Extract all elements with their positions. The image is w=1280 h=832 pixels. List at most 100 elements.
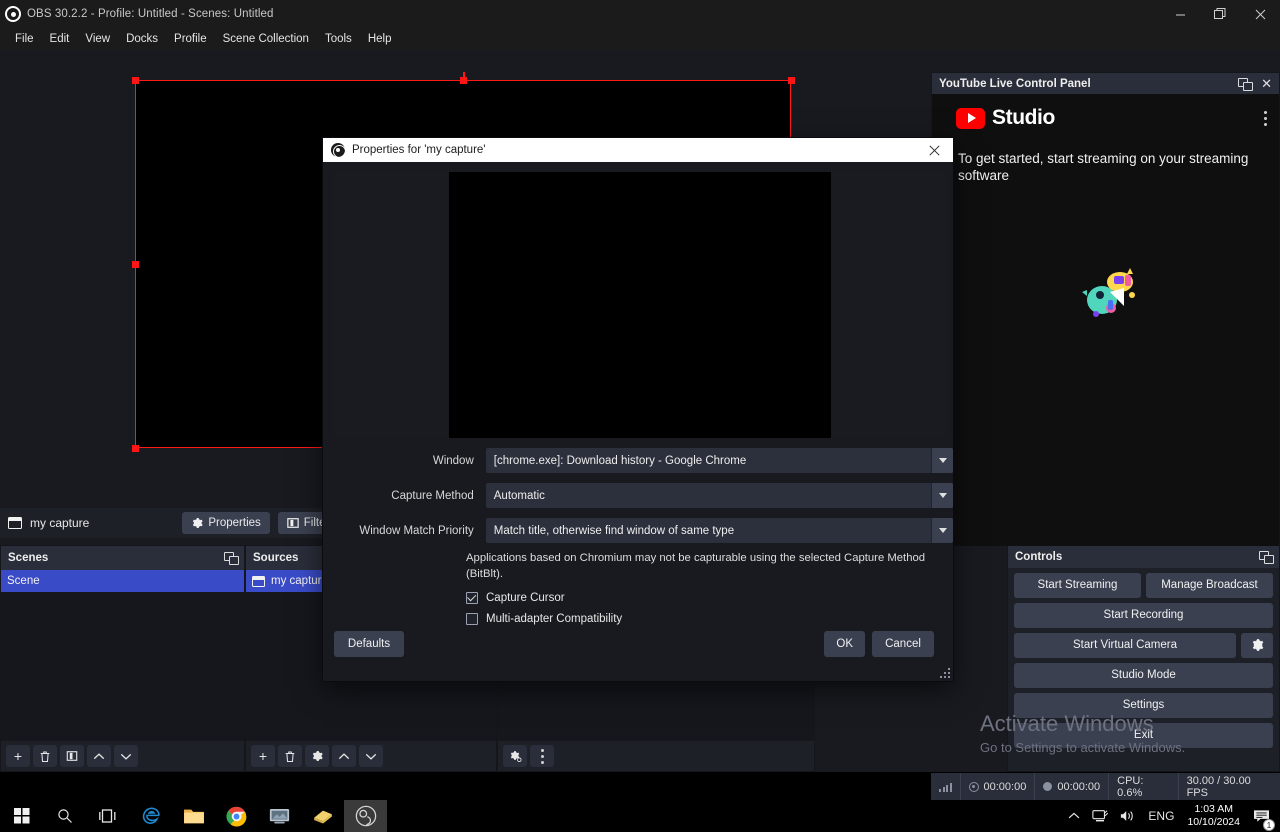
multi-adapter-checkbox-row[interactable]: Multi-adapter Compatibility <box>323 613 953 625</box>
chevron-down-icon <box>120 752 132 761</box>
remove-scene-button[interactable] <box>33 745 57 767</box>
menu-scene-collection[interactable]: Scene Collection <box>215 31 317 47</box>
window-match-priority-select[interactable]: Match title, otherwise find window of sa… <box>486 518 953 543</box>
popout-icon[interactable] <box>1259 551 1272 563</box>
menu-profile[interactable]: Profile <box>166 31 215 47</box>
media-player-icon <box>269 807 290 825</box>
virtual-camera-config-button[interactable] <box>1241 633 1273 658</box>
capture-cursor-checkbox[interactable] <box>466 592 478 604</box>
source-name-text: my capture <box>30 516 89 530</box>
close-icon <box>929 145 940 156</box>
cancel-button[interactable]: Cancel <box>872 631 934 657</box>
move-source-down-button[interactable] <box>359 745 383 767</box>
list-item[interactable]: Scene <box>1 570 244 592</box>
resize-handle-bottom-left[interactable] <box>132 445 139 452</box>
window-match-priority-field-row: Window Match Priority Match title, other… <box>323 518 953 543</box>
add-source-button[interactable]: + <box>251 745 275 767</box>
dialog-resize-grip[interactable] <box>939 667 950 678</box>
close-button[interactable] <box>1240 0 1280 28</box>
properties-button-label: Properties <box>208 517 260 529</box>
properties-button[interactable]: Properties <box>182 512 269 534</box>
kebab-icon[interactable] <box>1264 111 1267 126</box>
file-explorer-button[interactable] <box>172 800 215 832</box>
popout-icon[interactable] <box>224 552 237 564</box>
audio-advanced-menu-button[interactable] <box>530 745 554 767</box>
defaults-button[interactable]: Defaults <box>334 631 404 657</box>
dialog-close-button[interactable] <box>921 139 947 161</box>
resize-handle-left-center[interactable] <box>132 261 139 268</box>
search-icon <box>57 808 73 824</box>
scene-name: Scene <box>7 575 40 587</box>
search-button[interactable] <box>43 800 86 832</box>
window-match-priority-field-label: Window Match Priority <box>334 525 486 537</box>
move-scene-down-button[interactable] <box>114 745 138 767</box>
scenes-dock-title: Scenes <box>1 546 244 570</box>
chevron-down-icon[interactable] <box>931 518 953 543</box>
obs-icon <box>331 143 345 157</box>
clock-time: 1:03 AM <box>1194 803 1233 816</box>
obs-studio-button[interactable] <box>344 800 387 832</box>
tray-expand-button[interactable] <box>1062 800 1086 832</box>
exit-button[interactable]: Exit <box>1014 723 1273 748</box>
language-indicator[interactable]: ENG <box>1142 800 1180 832</box>
capture-cursor-checkbox-row[interactable]: Capture Cursor <box>323 592 953 604</box>
start-recording-button[interactable]: Start Recording <box>1014 603 1273 628</box>
resize-handle-top-right[interactable] <box>788 77 795 84</box>
chevron-down-icon[interactable] <box>931 483 953 508</box>
notifications-button[interactable]: 1 <box>1247 800 1276 832</box>
trash-icon <box>284 750 296 763</box>
add-scene-button[interactable]: + <box>6 745 30 767</box>
window-select[interactable]: [chrome.exe]: Download history - Google … <box>486 448 953 473</box>
settings-button[interactable]: Settings <box>1014 693 1273 718</box>
audio-mixer-footer <box>498 741 814 771</box>
clock[interactable]: 1:03 AM 10/10/2024 <box>1180 800 1247 832</box>
notification-count-badge: 1 <box>1263 819 1275 831</box>
move-scene-up-button[interactable] <box>87 745 111 767</box>
start-button[interactable] <box>0 800 43 832</box>
capture-method-field-label: Capture Method <box>334 490 486 502</box>
controls-row-virtual-camera: Start Virtual Camera <box>1014 633 1273 658</box>
menu-docks[interactable]: Docks <box>118 31 166 47</box>
studio-mode-button[interactable]: Studio Mode <box>1014 663 1273 688</box>
source-item-name: my capture <box>271 575 328 587</box>
resize-handle-top-left[interactable] <box>132 77 139 84</box>
obs-icon <box>5 6 21 22</box>
network-button[interactable] <box>1086 800 1114 832</box>
restore-button[interactable] <box>1200 0 1240 28</box>
start-streaming-button[interactable]: Start Streaming <box>1014 573 1141 598</box>
menu-file[interactable]: File <box>7 31 42 47</box>
volume-button[interactable] <box>1114 800 1142 832</box>
resize-handle-top-center[interactable] <box>460 77 467 84</box>
menu-tools[interactable]: Tools <box>317 31 360 47</box>
task-view-button[interactable] <box>86 800 129 832</box>
google-chrome-button[interactable] <box>215 800 258 832</box>
scene-filters-button[interactable] <box>60 745 84 767</box>
source-properties-button[interactable] <box>305 745 329 767</box>
ok-button[interactable]: OK <box>824 631 865 657</box>
audio-settings-button[interactable] <box>503 745 527 767</box>
close-icon[interactable]: ✕ <box>1261 77 1272 90</box>
popout-icon[interactable] <box>1238 78 1251 90</box>
minimize-button[interactable] <box>1160 0 1200 28</box>
youtube-dock-titlebar: YouTube Live Control Panel ✕ <box>932 73 1279 94</box>
menu-help[interactable]: Help <box>360 31 400 47</box>
menu-view[interactable]: View <box>77 31 118 47</box>
move-source-up-button[interactable] <box>332 745 356 767</box>
sticky-notes-button[interactable] <box>301 800 344 832</box>
remove-source-button[interactable] <box>278 745 302 767</box>
internet-explorer-button[interactable] <box>129 800 172 832</box>
start-virtual-camera-button[interactable]: Start Virtual Camera <box>1014 633 1236 658</box>
multi-adapter-compatibility-checkbox[interactable] <box>466 613 478 625</box>
stream-time: 00:00:00 <box>984 781 1027 793</box>
chevron-down-icon[interactable] <box>931 448 953 473</box>
manage-broadcast-button[interactable]: Manage Broadcast <box>1146 573 1273 598</box>
media-player-button[interactable] <box>258 800 301 832</box>
window-titlebar: OBS 30.2.2 - Profile: Untitled - Scenes:… <box>0 0 1280 28</box>
menu-edit[interactable]: Edit <box>42 31 78 47</box>
capture-method-select[interactable]: Automatic <box>486 483 953 508</box>
scenes-list[interactable]: Scene <box>1 570 244 741</box>
window-controls <box>1160 0 1280 28</box>
multi-adapter-compatibility-label: Multi-adapter Compatibility <box>486 613 622 625</box>
controls-dock-title: Controls <box>1008 546 1279 568</box>
screen: OBS 30.2.2 - Profile: Untitled - Scenes:… <box>0 0 1280 832</box>
